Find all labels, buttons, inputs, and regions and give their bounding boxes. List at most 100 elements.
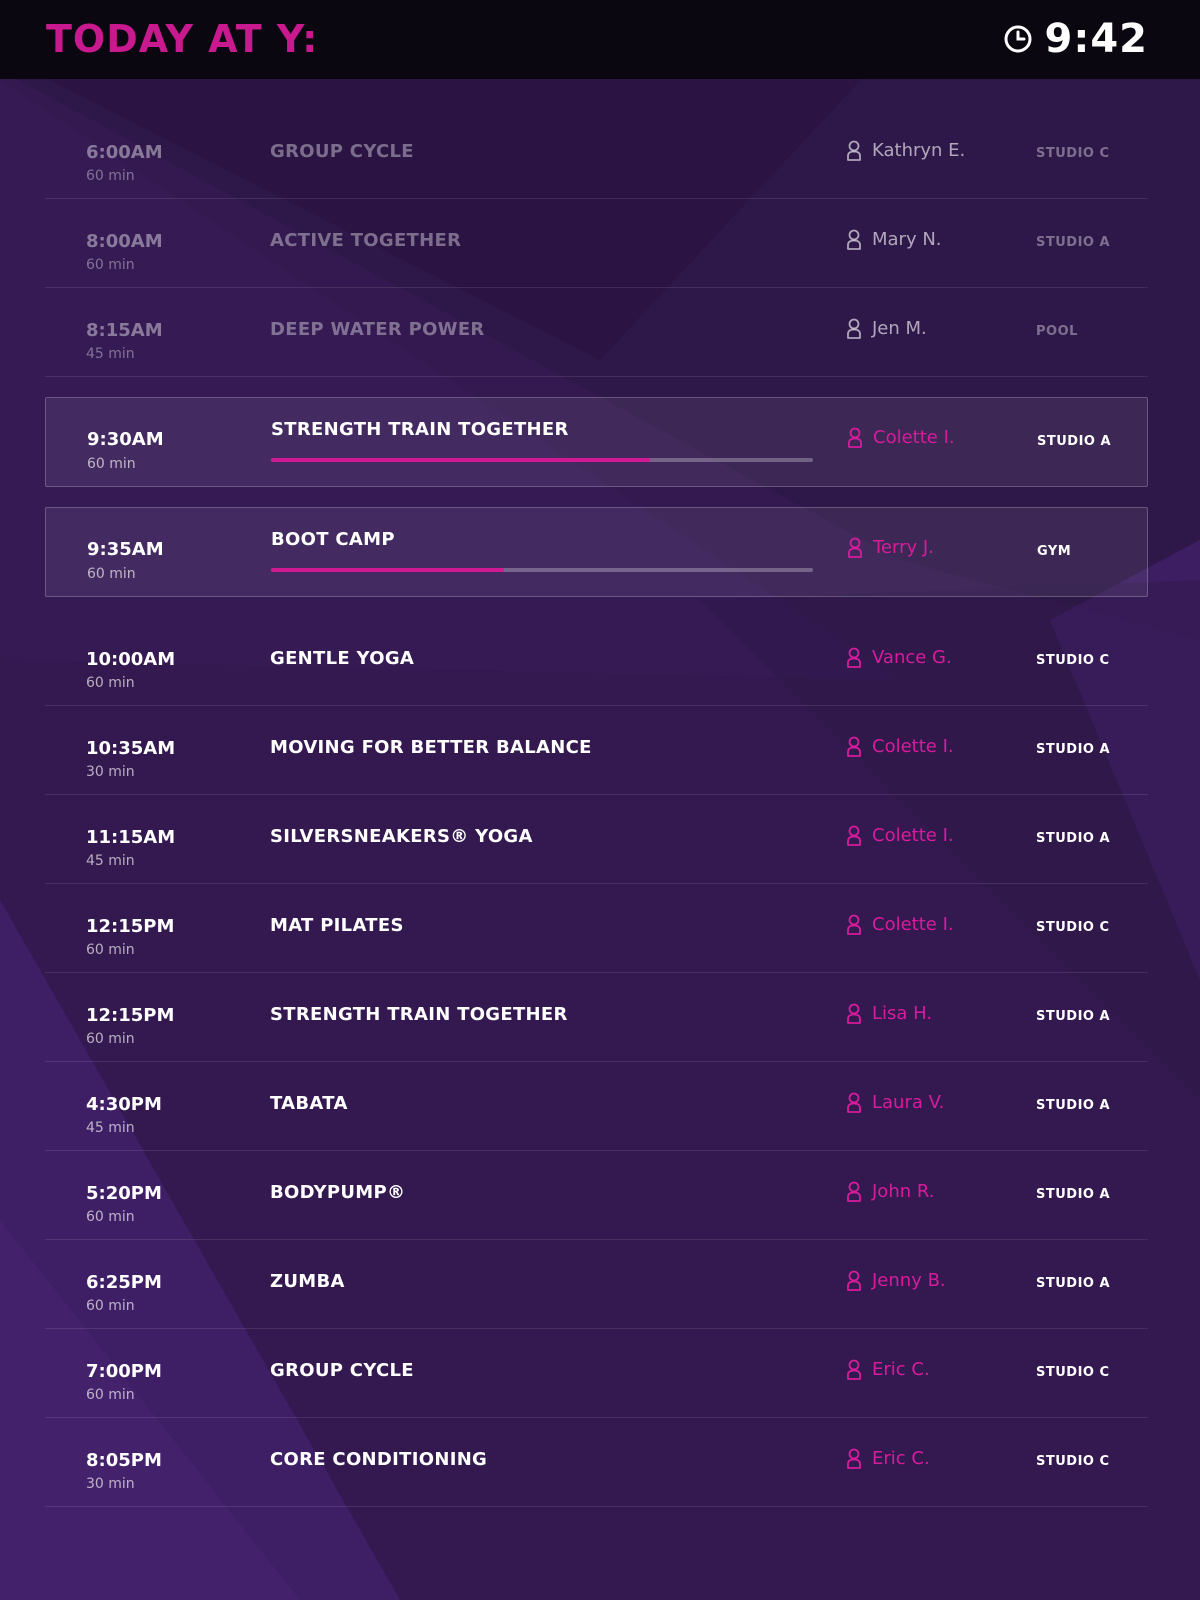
person-icon [848, 427, 862, 448]
instructor: Jen M. [846, 318, 927, 340]
class-name: BODYPUMP® [270, 1182, 406, 1203]
instructor: Terry J. [847, 537, 934, 559]
room-label: STUDIO C [1036, 653, 1110, 668]
person-icon [847, 140, 861, 161]
room-label: STUDIO C [1036, 146, 1110, 161]
class-time: 5:20PM [86, 1183, 162, 1204]
schedule-row: 11:15AM 45 min SILVERSNEAKERS® YOGA Colette… [45, 795, 1148, 884]
instructor-name: Lisa H. [872, 1003, 933, 1024]
instructor: Eric C. [846, 1359, 930, 1381]
class-progress-bar [271, 458, 813, 462]
instructor-name: Jen M. [872, 318, 927, 339]
instructor-name: Colette I. [872, 914, 954, 935]
instructor-name: Terry J. [873, 537, 934, 558]
person-icon [847, 1003, 861, 1024]
class-time: 10:00AM [86, 649, 176, 670]
class-name: ACTIVE TOGETHER [270, 230, 462, 251]
clock-icon [1004, 25, 1031, 53]
instructor: Jenny B. [846, 1270, 946, 1292]
instructor: Colette I. [847, 427, 955, 449]
schedule-row: 5:20PM 60 min BODYPUMP® John R. STUDIO A [45, 1151, 1148, 1240]
instructor-name: Colette I. [873, 427, 955, 448]
person-icon [847, 1181, 861, 1202]
instructor-name: Colette I. [872, 736, 954, 757]
schedule-row: 6:00AM 60 min GROUP CYCLE Kathryn E. STUDIO … [45, 110, 1148, 199]
class-name: TABATA [270, 1093, 348, 1114]
current-time: 9:42 [1003, 14, 1149, 64]
schedule-row: 6:25PM 60 min ZUMBA Jenny B. STUDIO A [45, 1240, 1148, 1329]
class-duration: 60 min [86, 942, 135, 958]
room-label: STUDIO C [1036, 1454, 1110, 1469]
room-label: STUDIO A [1036, 1187, 1111, 1202]
class-duration: 60 min [86, 1031, 135, 1047]
class-duration: 60 min [86, 168, 135, 184]
class-name: BOOT CAMP [271, 529, 395, 550]
class-name: CORE CONDITIONING [270, 1449, 488, 1470]
class-duration: 60 min [86, 1387, 135, 1403]
person-icon [847, 825, 861, 846]
person-icon [847, 914, 861, 935]
room-label: STUDIO A [1036, 1098, 1111, 1113]
schedule-row: 4:30PM 45 min TABATA Laura V. STUDIO A [45, 1062, 1148, 1151]
class-name: DEEP WATER POWER [270, 319, 485, 340]
instructor-name: Kathryn E. [872, 140, 966, 161]
class-duration: 60 min [86, 1298, 135, 1314]
class-duration: 45 min [86, 1120, 135, 1136]
class-schedule: 6:00AM 60 min GROUP CYCLE Kathryn E. STUDIO … [45, 110, 1148, 1507]
instructor: Mary N. [846, 229, 942, 251]
instructor: Laura V. [846, 1092, 944, 1114]
room-label: STUDIO A [1036, 1009, 1111, 1024]
class-name: STRENGTH TRAIN TOGETHER [270, 1004, 568, 1025]
class-duration: 60 min [87, 566, 136, 582]
class-time: 7:00PM [86, 1361, 162, 1382]
instructor: Colette I. [846, 914, 954, 936]
class-time: 8:15AM [86, 320, 163, 341]
instructor-name: Laura V. [872, 1092, 945, 1113]
class-name: GENTLE YOGA [270, 648, 415, 669]
instructor: Vance G. [846, 647, 952, 669]
instructor: Lisa H. [846, 1003, 932, 1025]
class-name: ZUMBA [270, 1271, 345, 1292]
schedule-row: 8:05PM 30 min CORE CONDITIONING Eric C. STUD… [45, 1418, 1148, 1507]
class-duration: 60 min [86, 1209, 135, 1225]
person-icon [848, 537, 862, 558]
person-icon [847, 647, 861, 668]
class-duration: 60 min [86, 257, 135, 273]
class-duration: 30 min [86, 764, 135, 780]
schedule-row: 9:35AM 60 min BOOT CAMP Terry J. GYM [45, 507, 1148, 597]
class-name: STRENGTH TRAIN TOGETHER [271, 419, 569, 440]
instructor: John R. [846, 1181, 934, 1203]
class-name: MAT PILATES [270, 915, 404, 936]
class-time: 9:35AM [87, 539, 164, 560]
page-title: TODAY AT Y: [46, 17, 319, 61]
room-label: STUDIO C [1036, 920, 1110, 935]
person-icon [847, 1270, 861, 1291]
class-time: 10:35AM [86, 738, 176, 759]
class-duration: 30 min [86, 1476, 135, 1492]
person-icon [847, 1092, 861, 1113]
schedule-row: 9:30AM 60 min STRENGTH TRAIN TOGETHER Colet… [45, 397, 1148, 487]
class-time: 6:00AM [86, 142, 163, 163]
class-time: 6:25PM [86, 1272, 162, 1293]
class-duration: 60 min [87, 456, 136, 472]
room-label: STUDIO A [1036, 831, 1111, 846]
person-icon [847, 1359, 861, 1380]
room-label: STUDIO A [1036, 742, 1111, 757]
schedule-row: 12:15PM 60 min STRENGTH TRAIN TOGETHER Lisa… [45, 973, 1148, 1062]
instructor-name: Mary N. [872, 229, 942, 250]
class-time: 12:15PM [86, 916, 175, 937]
instructor: Kathryn E. [846, 140, 965, 162]
room-label: GYM [1037, 544, 1072, 559]
header-bar: TODAY AT Y: 9:42 [0, 0, 1200, 79]
room-label: STUDIO C [1036, 1365, 1110, 1380]
class-time: 9:30AM [87, 429, 164, 450]
schedule-row: 8:15AM 45 min DEEP WATER POWER Jen M. POOL [45, 288, 1148, 377]
class-name: GROUP CYCLE [270, 141, 414, 162]
schedule-row: 7:00PM 60 min GROUP CYCLE Eric C. STUDIO C [45, 1329, 1148, 1418]
room-label: STUDIO A [1036, 1276, 1111, 1291]
instructor-name: Vance G. [872, 647, 952, 668]
class-name: MOVING FOR BETTER BALANCE [270, 737, 592, 758]
class-time: 11:15AM [86, 827, 176, 848]
class-progress-fill [271, 458, 651, 462]
class-progress-bar [271, 568, 813, 572]
